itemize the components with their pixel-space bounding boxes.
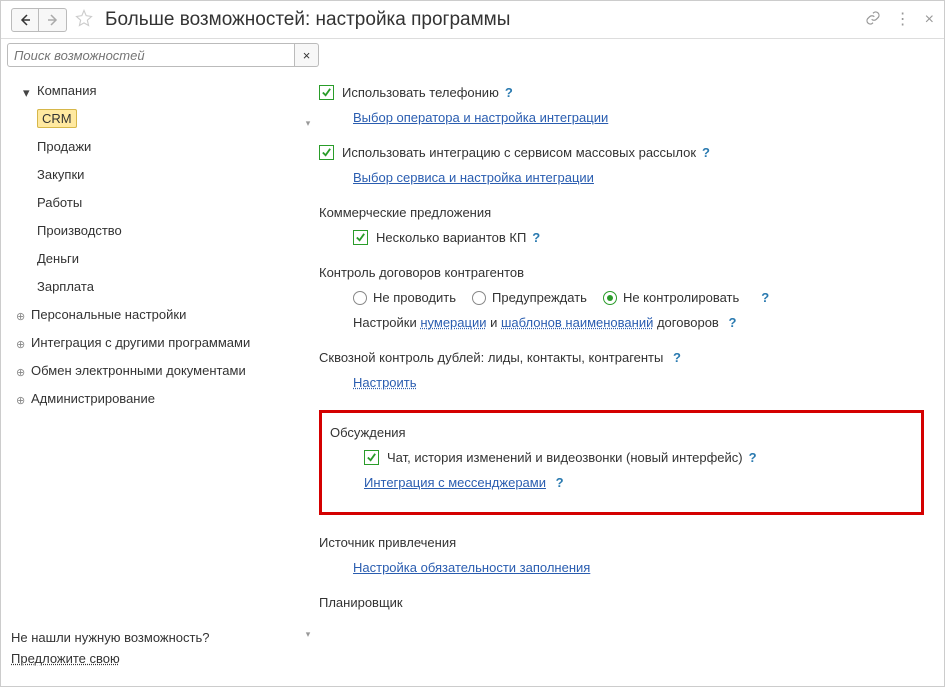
expand-icon: ⊕ (16, 308, 25, 326)
sidebar-item-crm[interactable]: CRM (1, 105, 311, 133)
telephony-label: Использовать телефонию (342, 85, 499, 100)
splitter-handle-icon: ▾ (306, 118, 311, 129)
search-clear-button[interactable]: × (295, 43, 319, 67)
search-row: × (1, 39, 944, 71)
sidebar-item-personal[interactable]: ⊕Персональные настройки (1, 301, 311, 329)
sidebar-item-sales[interactable]: Продажи (1, 133, 311, 161)
search-input[interactable] (7, 43, 295, 67)
mailing-checkbox[interactable] (319, 145, 334, 160)
radio-no-check[interactable]: Не проводить (353, 290, 456, 305)
expand-icon: ⊕ (16, 336, 25, 354)
discussions-checkbox[interactable] (364, 450, 379, 465)
header: Больше возможностей: настройка программы… (1, 1, 944, 39)
kp-section-title: Коммерческие предложения (319, 205, 924, 220)
telephony-config-link[interactable]: Выбор оператора и настройка интеграции (353, 110, 608, 125)
numbering-link[interactable]: нумерации (420, 315, 486, 330)
help-icon[interactable]: ? (761, 290, 769, 305)
contracts-section-title: Контроль договоров контрагентов (319, 265, 924, 280)
kp-label: Несколько вариантов КП (376, 230, 526, 245)
contracts-settings-text: Настройки (353, 315, 420, 330)
content-panel: Использовать телефонию ? Выбор оператора… (311, 71, 944, 686)
help-icon[interactable]: ? (556, 475, 564, 490)
help-icon[interactable]: ? (505, 85, 513, 100)
sidebar-item-edocs[interactable]: ⊕Обмен электронными документами (1, 357, 311, 385)
page-title: Больше возможностей: настройка программы (105, 9, 510, 31)
sidebar-item-salary[interactable]: Зарплата (1, 273, 311, 301)
kp-checkbox[interactable] (353, 230, 368, 245)
help-icon[interactable]: ? (702, 145, 710, 160)
sidebar-item-admin[interactable]: ⊕Администрирование (1, 385, 311, 413)
sidebar-item-money[interactable]: Деньги (1, 245, 311, 273)
footer-suggest-link[interactable]: Предложите свою (11, 651, 120, 666)
footer-question: Не нашли нужную возможность? (11, 630, 301, 645)
telephony-checkbox[interactable] (319, 85, 334, 100)
mailing-config-link[interactable]: Выбор сервиса и настройка интеграции (353, 170, 594, 185)
radio-warn[interactable]: Предупреждать (472, 290, 587, 305)
link-icon[interactable] (865, 10, 881, 29)
discussions-label: Чат, история изменений и видеозвонки (но… (387, 450, 743, 465)
back-button[interactable] (11, 8, 39, 32)
help-icon[interactable]: ? (728, 315, 736, 330)
close-icon[interactable]: × (925, 11, 934, 29)
sidebar-item-works[interactable]: Работы (1, 189, 311, 217)
sidebar-splitter[interactable]: ▾ ▾ (305, 71, 311, 686)
mailing-label: Использовать интеграцию с сервисом массо… (342, 145, 696, 160)
expand-icon: ⊕ (16, 364, 25, 382)
discussions-highlight: Обсуждения Чат, история изменений и виде… (319, 410, 924, 515)
sidebar-item-company[interactable]: ▾Компания (1, 77, 311, 105)
messengers-link[interactable]: Интеграция с мессенджерами (364, 475, 546, 490)
forward-button[interactable] (39, 8, 67, 32)
help-icon[interactable]: ? (749, 450, 757, 465)
planner-section-title: Планировщик (319, 595, 924, 610)
sidebar-item-production[interactable]: Производство (1, 217, 311, 245)
menu-icon[interactable]: ⋮ (895, 12, 911, 28)
favorite-icon[interactable] (75, 9, 93, 30)
help-icon[interactable]: ? (532, 230, 540, 245)
help-icon[interactable]: ? (673, 350, 681, 365)
source-section-title: Источник привлечения (319, 535, 924, 550)
expand-icon: ⊕ (16, 392, 25, 410)
dupes-configure-link[interactable]: Настроить (353, 375, 417, 390)
splitter-handle-icon: ▾ (306, 629, 311, 640)
discussions-section-title: Обсуждения (330, 425, 913, 440)
sidebar-item-integration[interactable]: ⊕Интеграция с другими программами (1, 329, 311, 357)
templates-link[interactable]: шаблонов наименований (501, 315, 653, 330)
sidebar-item-purchases[interactable]: Закупки (1, 161, 311, 189)
sidebar: ▾Компания CRM Продажи Закупки Работы Про… (1, 71, 311, 686)
chevron-down-icon: ▾ (23, 84, 30, 102)
dupes-section-title: Сквозной контроль дублей: лиды, контакты… (319, 350, 663, 365)
radio-no-control[interactable]: Не контролировать (603, 290, 739, 305)
source-config-link[interactable]: Настройка обязательности заполнения (353, 560, 590, 575)
